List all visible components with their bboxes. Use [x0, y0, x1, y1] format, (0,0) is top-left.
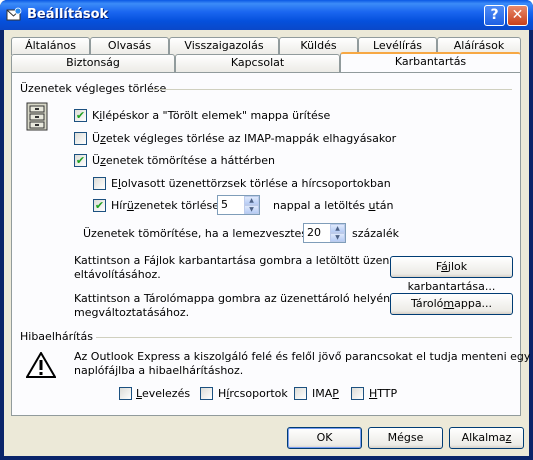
- log-mail-checkbox[interactable]: [119, 387, 132, 400]
- troubleshoot-text-line1: Az Outlook Express a kiszolgáló felé és …: [74, 350, 531, 363]
- tab-visszaigazolas[interactable]: Visszaigazolás: [169, 37, 279, 55]
- store-text-line1: Kattintson a Tárolómappa gombra az üzene…: [74, 292, 404, 305]
- delete-read-checkbox[interactable]: [93, 177, 106, 190]
- delete-news-label[interactable]: Hírüzenetek törlése: [111, 199, 219, 212]
- section-divider: [152, 89, 512, 90]
- cabinet-icon: [26, 102, 48, 131]
- tab-altalanos[interactable]: Általános: [11, 37, 90, 55]
- tab-biztonsag[interactable]: Biztonság: [11, 54, 175, 72]
- help-button[interactable]: ?: [484, 5, 505, 26]
- troubleshoot-heading: Hibaelhárítás: [20, 330, 93, 343]
- cleanup-text-line1: Kattintson a Fájlok karbantartása gombra…: [74, 254, 414, 267]
- section-divider: [96, 337, 512, 338]
- check-icon: ✔: [94, 199, 105, 212]
- delete-read-label[interactable]: Elolvasott üzenettörzsek törlése a hírcs…: [111, 177, 391, 190]
- outlook-express-icon: [6, 7, 22, 21]
- title-bar[interactable]: Beállítások ? ✕: [0, 0, 533, 30]
- log-news-label[interactable]: Hírcsoportok: [218, 387, 288, 400]
- spin-down-arrow-icon[interactable]: ▼: [244, 205, 259, 214]
- compact-background-label[interactable]: Üzenetek tömörítése a háttérben: [92, 154, 275, 167]
- purge-imap-label[interactable]: Üzetek végleges törlése az IMAP-mappák e…: [92, 132, 396, 145]
- compact-background-checkbox[interactable]: ✔: [74, 154, 87, 167]
- close-button[interactable]: ✕: [507, 5, 528, 26]
- news-days-spinner[interactable]: 5 ▲ ▼: [217, 195, 260, 215]
- compact-threshold-value[interactable]: 20: [307, 226, 321, 239]
- log-mail-label[interactable]: Levelezés: [136, 387, 190, 400]
- tab-olvasas[interactable]: Olvasás: [90, 37, 169, 55]
- store-folder-button[interactable]: Tárolómappa...: [390, 293, 513, 315]
- compact-threshold-label: Üzenetek tömörítése, ha a lemezveszteség: [83, 227, 321, 240]
- delete-section-heading: Üzenetek végleges törlése: [20, 82, 167, 95]
- tab-karbantartas[interactable]: Karbantartás: [340, 52, 521, 72]
- log-imap-label[interactable]: IMAP: [312, 387, 339, 400]
- window-title: Beállítások: [27, 7, 109, 22]
- store-text-line2: megváltoztatásához.: [74, 306, 190, 319]
- dialog-client: Általános Olvasás Visszaigazolás Küldés …: [4, 30, 530, 456]
- delete-news-checkbox[interactable]: ✔: [93, 199, 106, 212]
- tab-kapcsolat[interactable]: Kapcsolat: [175, 54, 340, 72]
- apply-button[interactable]: Alkalmaz: [449, 427, 524, 449]
- ok-button[interactable]: OK: [287, 427, 362, 449]
- clean-up-files-button[interactable]: Fájlok karbantartása...: [390, 256, 513, 293]
- empty-deleted-label[interactable]: Kilépéskor a "Törölt elemek" mappa üríté…: [92, 109, 330, 122]
- log-news-checkbox[interactable]: [200, 387, 213, 400]
- troubleshoot-text-line2: naplófájlba a hibaelhárításhoz.: [74, 364, 244, 377]
- log-imap-checkbox[interactable]: [294, 387, 307, 400]
- check-icon: ✔: [75, 109, 86, 122]
- maintenance-panel: Üzenetek végleges törlése ✔ Kilépéskor a…: [11, 72, 530, 416]
- news-days-value[interactable]: 5: [221, 198, 228, 211]
- compact-threshold-spinner[interactable]: 20 ▲ ▼: [303, 223, 346, 243]
- spin-up-arrow-icon[interactable]: ▲: [330, 224, 345, 233]
- warning-icon: [26, 352, 56, 378]
- check-icon: ✔: [75, 154, 86, 167]
- log-http-label[interactable]: HTTP: [369, 387, 397, 400]
- cleanup-text-line2: eltávolításához.: [74, 268, 161, 281]
- compact-threshold-suffix: százalék: [352, 227, 399, 240]
- spin-down-arrow-icon[interactable]: ▼: [330, 233, 345, 242]
- dialog-window: Beállítások ? ✕ Általános Olvasás Vissza…: [0, 0, 533, 460]
- spin-up-arrow-icon[interactable]: ▲: [244, 196, 259, 205]
- purge-imap-checkbox[interactable]: [74, 132, 87, 145]
- news-days-suffix: nappal a letöltés után: [273, 199, 394, 212]
- empty-deleted-checkbox[interactable]: ✔: [74, 109, 87, 122]
- log-http-checkbox[interactable]: [351, 387, 364, 400]
- cancel-button[interactable]: Mégse: [368, 427, 443, 449]
